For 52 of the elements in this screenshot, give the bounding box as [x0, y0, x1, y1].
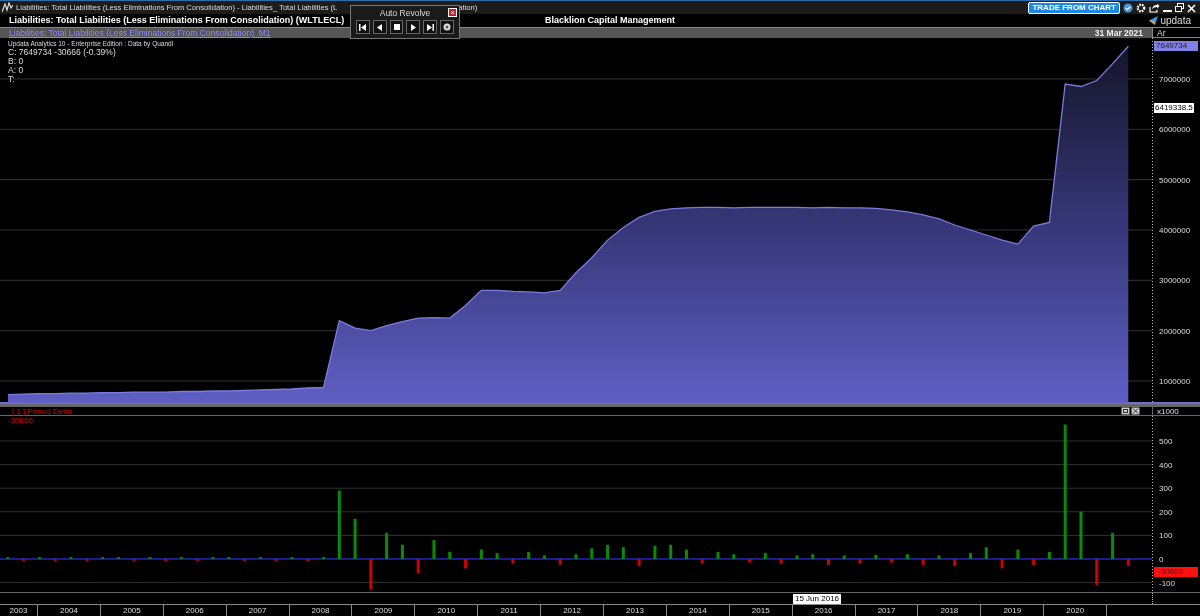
axis-label: 400: [1159, 460, 1173, 470]
year-label: 2007: [226, 605, 290, 616]
axis-label: 1000000: [1159, 377, 1191, 386]
info-line: A: 0: [8, 66, 25, 75]
info-line: C: 7649734 -30666 (-0.39%): [8, 48, 117, 57]
axis-label: 300: [1159, 484, 1173, 494]
axis-label: 2000000: [1159, 326, 1191, 336]
year-label: 2014: [666, 605, 730, 616]
axis-label: 6000000: [1159, 125, 1191, 135]
trade-from-chart-button[interactable]: TRADE FROM CHART: [1028, 1, 1120, 14]
axis-label: 7000000: [1159, 75, 1191, 84]
company-name: Blacklion Capital Management: [545, 13, 676, 27]
year-label: 2017: [855, 605, 919, 616]
year-label: 2020: [1044, 605, 1108, 616]
year-label: 2003: [0, 605, 38, 616]
close-button[interactable]: ×: [448, 8, 457, 17]
year-label: 2013: [604, 605, 667, 616]
year-label: 2008: [289, 605, 353, 616]
year-label: 2018: [918, 605, 982, 616]
axis-label: 0: [1159, 554, 1164, 564]
pane-title: [ 1 ] Period Delta: [12, 406, 72, 416]
last-value-tag: 7649734: [1154, 41, 1198, 52]
axis-label: 200: [1159, 507, 1173, 517]
axis-label: 500: [1159, 437, 1173, 446]
instrument-title: Liabilities: Total Liabilities (Less Eliminations From Consolidation) (WLTLECL): [9, 13, 345, 27]
year-label: 2004: [38, 605, 101, 616]
year-label: 2016: [792, 605, 856, 616]
axis-label: -100: [1159, 578, 1175, 588]
delta-value: -30666: [8, 416, 33, 427]
cursor-value-tag: 6419338.5: [1154, 103, 1194, 113]
year-label: 2005: [100, 605, 164, 616]
pane-date: 31 Mar 2021: [1094, 28, 1143, 38]
logo-text: updata: [1160, 14, 1191, 28]
year-label: 2006: [163, 605, 227, 616]
axis-header: x1000: [1152, 407, 1200, 416]
year-label: 2019: [981, 605, 1045, 616]
year-label: 2011: [478, 605, 542, 616]
year-label: 2012: [541, 605, 604, 616]
axis-label: 100: [1159, 531, 1173, 541]
year-label: 2010: [415, 605, 479, 616]
pane-title[interactable]: Liabilities: Total Liabilities (Less Eliminations From Consolidation) M1: [9, 28, 271, 38]
axis-label: 4000000: [1159, 226, 1191, 235]
year-label: 2015: [729, 605, 793, 616]
axis-label: 5000000: [1159, 175, 1191, 185]
last-value-tag: -30666: [1154, 567, 1198, 578]
cursor-date-tag: 15 Jun 2016: [793, 594, 842, 604]
info-line: B: 0: [8, 57, 25, 66]
panel-title: Auto Revolve: [379, 6, 431, 20]
info-line: T:: [8, 75, 16, 84]
year-label: 2009: [352, 605, 416, 616]
axis-label: 3000000: [1159, 276, 1191, 286]
axis-header: Ar: [1152, 28, 1200, 38]
